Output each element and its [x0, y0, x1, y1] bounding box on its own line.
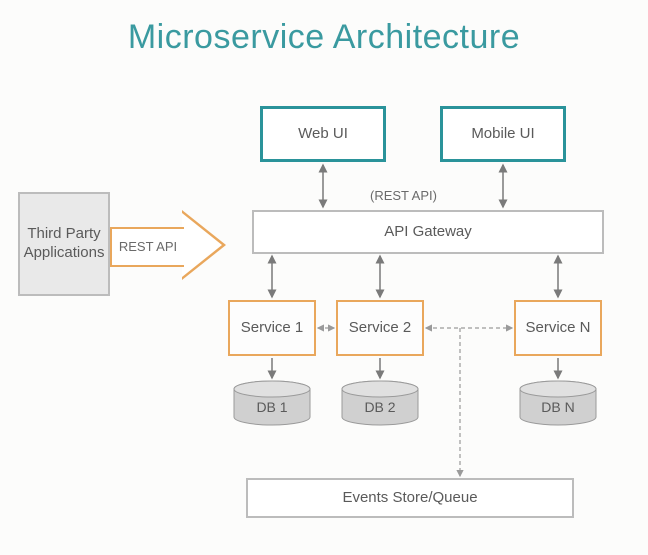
service-1-box: Service 1	[228, 300, 316, 356]
web-ui-label: Web UI	[298, 125, 348, 144]
web-ui-box: Web UI	[260, 106, 386, 162]
service-2-box: Service 2	[336, 300, 424, 356]
rest-api-arrow: REST API	[110, 210, 230, 280]
service-n-box: Service N	[514, 300, 602, 356]
db-2: DB 2	[340, 380, 420, 428]
db-1-label: DB 1	[256, 399, 287, 415]
db-n-label: DB N	[541, 399, 574, 415]
db-2-label: DB 2	[364, 399, 395, 415]
events-queue-box: Events Store/Queue	[246, 478, 574, 518]
diagram-title: Microservice Architecture	[0, 18, 648, 57]
third-party-label: Third Party Applications	[24, 225, 105, 263]
mobile-ui-label: Mobile UI	[471, 125, 534, 144]
mobile-ui-box: Mobile UI	[440, 106, 566, 162]
service-n-label: Service N	[525, 319, 590, 338]
db-1: DB 1	[232, 380, 312, 428]
api-gateway-box: API Gateway	[252, 210, 604, 254]
third-party-box: Third Party Applications	[18, 192, 110, 296]
service-1-label: Service 1	[241, 319, 304, 338]
rest-api-small-label: (REST API)	[370, 188, 437, 203]
api-gateway-label: API Gateway	[384, 223, 472, 242]
rest-api-arrow-label: REST API	[119, 239, 177, 255]
db-n: DB N	[518, 380, 598, 428]
events-queue-label: Events Store/Queue	[342, 489, 477, 508]
service-2-label: Service 2	[349, 319, 412, 338]
